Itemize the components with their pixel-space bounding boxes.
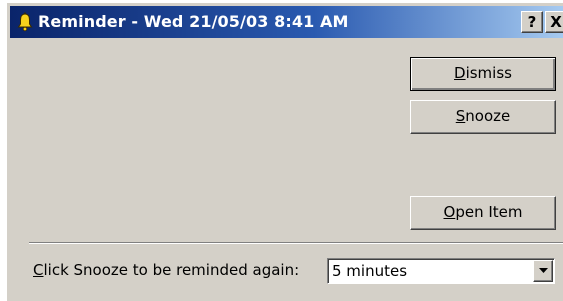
close-button[interactable]: X <box>545 11 563 33</box>
snooze-button[interactable]: Snooze <box>410 100 556 134</box>
snooze-mnemonic: S <box>455 107 466 125</box>
dismiss-label: ismiss <box>465 64 512 82</box>
open-item-mnemonic: O <box>443 203 456 221</box>
help-button[interactable]: ? <box>521 11 543 33</box>
reminder-dialog: Reminder - Wed 21/05/03 8:41 AM ? X Dism… <box>6 2 563 301</box>
snooze-time-value: 5 minutes <box>332 262 408 280</box>
dismiss-button[interactable]: Dismiss <box>410 57 556 91</box>
separator <box>29 242 563 244</box>
snooze-prompt-label: Click Snooze to be reminded again: <box>33 261 299 279</box>
dropdown-button[interactable] <box>533 260 553 282</box>
window-title: Reminder - Wed 21/05/03 8:41 AM <box>38 12 349 31</box>
open-item-label: pen Item <box>455 203 523 221</box>
snooze-prompt-text: lick Snooze to be reminded again: <box>43 261 300 279</box>
snooze-time-select[interactable]: 5 minutes <box>327 258 555 284</box>
snooze-label: nooze <box>465 107 511 125</box>
snooze-prompt-mnemonic: C <box>33 261 44 279</box>
reminder-bell-icon <box>17 12 33 32</box>
dismiss-mnemonic: D <box>454 64 466 82</box>
chevron-down-icon <box>539 268 548 273</box>
open-item-button[interactable]: Open Item <box>410 196 556 230</box>
title-bar[interactable]: Reminder - Wed 21/05/03 8:41 AM ? X <box>10 6 563 38</box>
